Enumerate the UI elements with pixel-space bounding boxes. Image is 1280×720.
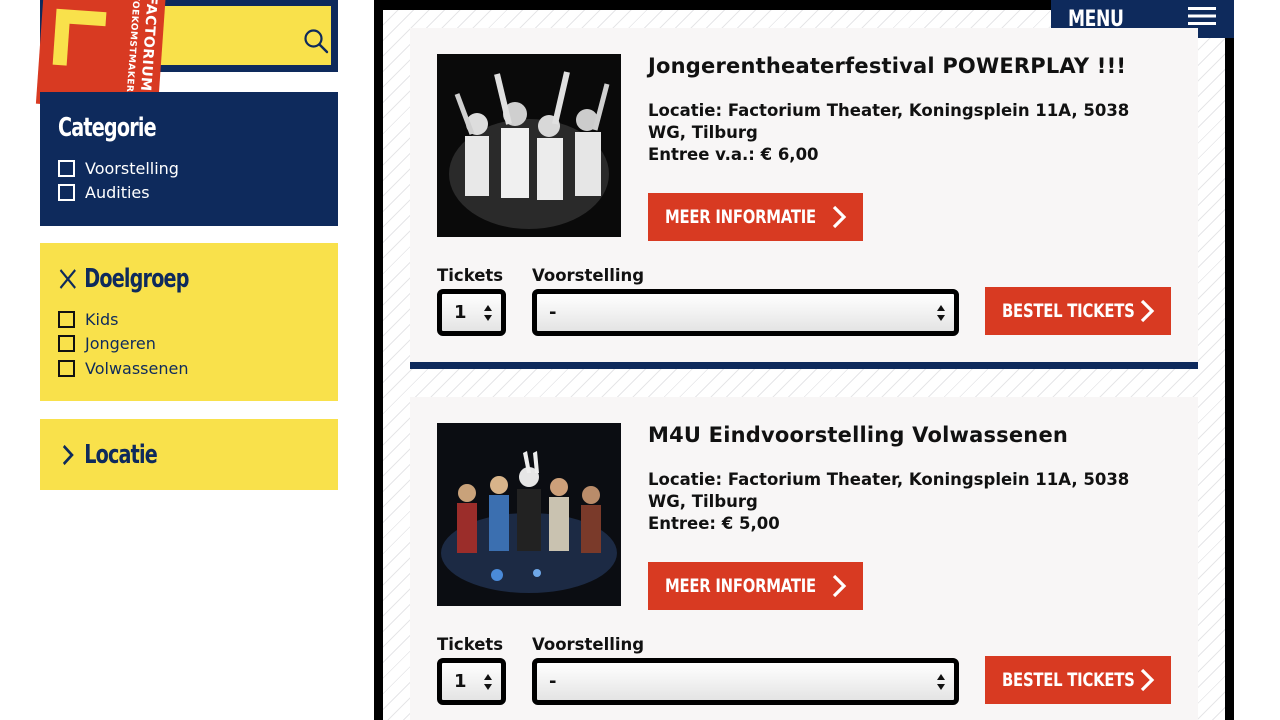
event-card: Jongerentheaterfestival POWERPLAY !!! Lo… (410, 28, 1198, 362)
more-info-label: MEER INFORMATIE (665, 206, 816, 228)
tickets-select[interactable]: 1 (437, 289, 506, 336)
filter-doelgroep-list: Kids Jongeren Volwassenen (58, 307, 320, 381)
logo-line-1: FACTORIUM (137, 0, 160, 93)
select-arrows-icon (937, 305, 945, 321)
filter-option-label: Voorstelling (85, 158, 179, 178)
checkbox[interactable] (58, 159, 75, 177)
tickets-label: Tickets (437, 635, 504, 654)
checkbox[interactable] (58, 310, 75, 328)
filter-option-label: Kids (85, 309, 119, 329)
event-photo-graphic (437, 423, 621, 606)
more-info-button[interactable]: MEER INFORMATIE (648, 562, 863, 610)
voorstelling-select[interactable]: - (532, 289, 959, 336)
filter-doelgroep-title-text: Doelgroep (84, 264, 189, 294)
close-icon[interactable] (58, 267, 78, 291)
event-location: Locatie: Factorium Theater, Koningsplein… (648, 470, 1130, 511)
event-title: Jongerentheaterfestival POWERPLAY !!! (648, 54, 1127, 78)
filter-locatie[interactable]: Locatie (40, 419, 338, 490)
voorstelling-value: - (549, 302, 557, 323)
filter-categorie-title-text: Categorie (58, 113, 157, 143)
tickets-select[interactable]: 1 (437, 658, 506, 705)
more-info-button[interactable]: MEER INFORMATIE (648, 193, 863, 241)
checkbox[interactable] (58, 335, 75, 353)
filter-categorie-title[interactable]: Categorie (58, 110, 273, 146)
chevron-right-icon (1140, 668, 1155, 692)
filter-locatie-title-text: Locatie (84, 440, 158, 470)
event-image[interactable] (437, 54, 621, 237)
voorstelling-label: Voorstelling (532, 266, 645, 285)
logo-red-block (66, 23, 110, 71)
logo-text: FACTORIUM TOEKOMSTMAKERS (123, 0, 160, 100)
filter-option-label: Audities (85, 183, 150, 203)
checkbox[interactable] (58, 184, 75, 202)
order-tickets-button[interactable]: BESTEL TICKETS (985, 656, 1171, 704)
filter-option-voorstelling[interactable]: Voorstelling (58, 156, 320, 181)
search-icon[interactable] (303, 28, 329, 54)
filter-option-label: Jongeren (85, 334, 156, 354)
event-info: Locatie: Factorium Theater, Koningsplein… (648, 100, 1168, 166)
voorstelling-value: - (549, 671, 557, 692)
checkbox[interactable] (58, 359, 75, 377)
event-price: Entree: € 5,00 (648, 514, 780, 533)
event-card: M4U Eindvoorstelling Volwassenen Locatie… (410, 397, 1198, 720)
hamburger-icon (1188, 7, 1216, 25)
filter-option-jongeren[interactable]: Jongeren (58, 332, 320, 357)
select-arrows-icon (484, 674, 492, 690)
event-image[interactable] (437, 423, 621, 606)
filter-categorie-list: Voorstelling Audities (58, 156, 320, 205)
filter-option-label: Volwassenen (85, 358, 189, 378)
chevron-right-icon (832, 205, 847, 229)
filter-categorie: Categorie Voorstelling Audities (40, 92, 338, 226)
filter-locatie-title[interactable]: Locatie (58, 437, 273, 473)
event-title: M4U Eindvoorstelling Volwassenen (648, 423, 1069, 447)
order-tickets-label: BESTEL TICKETS (1002, 669, 1135, 691)
chevron-right-icon (62, 444, 74, 466)
filter-option-audities[interactable]: Audities (58, 181, 320, 206)
event-info: Locatie: Factorium Theater, Koningsplein… (648, 469, 1168, 535)
select-arrows-icon (937, 674, 945, 690)
filter-doelgroep-title[interactable]: Doelgroep (58, 261, 273, 297)
chevron-right-icon (1140, 299, 1155, 323)
voorstelling-select[interactable]: - (532, 658, 959, 705)
filter-doelgroep: Doelgroep Kids Jongeren Volwassenen (40, 243, 338, 401)
event-photo-graphic (437, 54, 621, 237)
order-tickets-label: BESTEL TICKETS (1002, 300, 1135, 322)
select-arrows-icon (484, 305, 492, 321)
filter-option-kids[interactable]: Kids (58, 307, 320, 332)
order-tickets-button[interactable]: BESTEL TICKETS (985, 287, 1171, 335)
tickets-value: 1 (454, 302, 467, 323)
filter-option-volwassenen[interactable]: Volwassenen (58, 356, 320, 381)
voorstelling-label: Voorstelling (532, 635, 645, 654)
tickets-label: Tickets (437, 266, 504, 285)
event-location: Locatie: Factorium Theater, Koningsplein… (648, 101, 1130, 142)
chevron-right-icon (832, 574, 847, 598)
tickets-value: 1 (454, 671, 467, 692)
event-price: Entree v.a.: € 6,00 (648, 145, 819, 164)
card-divider (410, 362, 1198, 369)
more-info-label: MEER INFORMATIE (665, 575, 816, 597)
